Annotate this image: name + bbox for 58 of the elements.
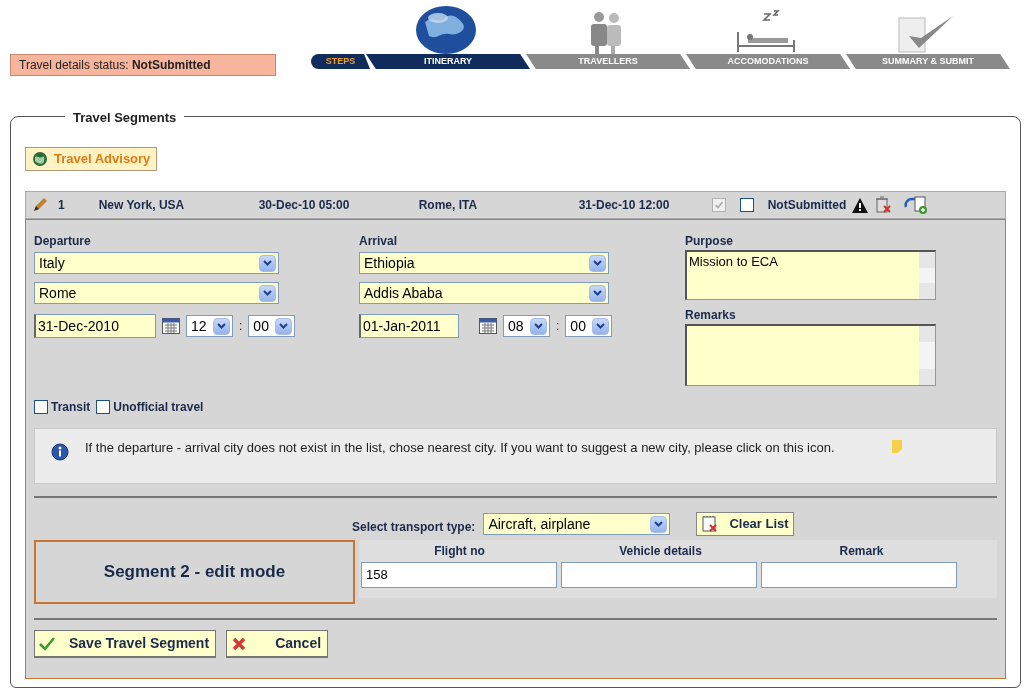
status-banner: Travel details status: NotSubmitted bbox=[10, 54, 276, 76]
info-message: If the departure - arrival city does not exist in the list, chose nearest city. If you want to suggest a new city, please click on this icon. bbox=[85, 439, 836, 456]
time-dropdown[interactable]: 12 bbox=[186, 315, 233, 337]
time-dropdown[interactable]: 00 bbox=[248, 315, 296, 337]
segment-status: NotSubmitted bbox=[767, 197, 847, 214]
notepad-delete-icon bbox=[701, 515, 720, 533]
remarks-textarea[interactable] bbox=[685, 324, 936, 386]
column-header: Remark bbox=[838, 543, 885, 560]
column-header: Vehicle details bbox=[618, 543, 703, 560]
segment-mode-box: Segment 2 - edit mode bbox=[34, 540, 355, 604]
date-field[interactable]: 31-Dec-2010 bbox=[34, 314, 156, 338]
time-dropdown[interactable]: 00 bbox=[565, 315, 613, 337]
field-label: Remarks bbox=[685, 307, 737, 324]
submit-checkbox[interactable] bbox=[739, 198, 754, 212]
steps-label: STEPS bbox=[311, 54, 370, 69]
departure-time: 30-Dec-10 05:00 bbox=[258, 197, 351, 214]
warning-icon bbox=[852, 197, 869, 213]
time-separator: : bbox=[239, 318, 243, 335]
origin-city: New York, USA bbox=[98, 197, 186, 214]
column-header: Flight no bbox=[433, 543, 486, 560]
calendar-icon[interactable] bbox=[479, 318, 497, 334]
vehicle-input[interactable]: 158 bbox=[361, 562, 557, 588]
cancel-button[interactable]: Cancel bbox=[226, 630, 329, 658]
arrival-time: 31-Dec-10 12:00 bbox=[578, 197, 671, 214]
transport-label: Select transport type: bbox=[352, 519, 476, 536]
purpose-textarea[interactable]: Mission to ECA bbox=[685, 250, 936, 300]
country-dropdown[interactable]: Ethiopia bbox=[359, 252, 609, 274]
city-dropdown[interactable]: Addis Ababa bbox=[359, 282, 609, 304]
vehicle-input[interactable] bbox=[761, 562, 957, 588]
field-label: Arrival bbox=[359, 233, 399, 250]
destination-city: Rome, ITA bbox=[418, 197, 479, 214]
time-dropdown[interactable]: 08 bbox=[503, 315, 550, 337]
clear-list-button[interactable]: Clear List bbox=[696, 512, 794, 536]
step-tab[interactable]: ITINERARY bbox=[366, 54, 530, 69]
save-button[interactable]: Save Travel Segment bbox=[34, 630, 217, 658]
calendar-icon[interactable] bbox=[162, 318, 180, 334]
option-label: Transit bbox=[51, 399, 91, 416]
option-checkbox[interactable] bbox=[96, 400, 111, 414]
globe-icon bbox=[32, 151, 48, 167]
close-icon bbox=[231, 635, 248, 652]
pencil-icon[interactable] bbox=[32, 197, 48, 213]
time-separator: : bbox=[556, 318, 560, 335]
transport-dropdown[interactable]: Aircraft, airplane bbox=[483, 513, 671, 535]
info-icon bbox=[51, 443, 69, 461]
option-checkbox[interactable] bbox=[34, 400, 48, 414]
city-dropdown[interactable]: Rome bbox=[34, 282, 279, 304]
date-field[interactable]: 01-Jan-2011 bbox=[359, 314, 459, 338]
bed-icon bbox=[734, 10, 798, 54]
country-dropdown[interactable]: Italy bbox=[34, 252, 279, 274]
segment-row[interactable]: 1 New York, USA 30-Dec-10 05:00 Rome, ITA 31-Dec-10 12:00 NotSubmitted bbox=[25, 191, 1006, 219]
segment-number: 1 bbox=[58, 197, 65, 214]
option-label: Unofficial travel bbox=[113, 399, 204, 416]
vehicle-input[interactable] bbox=[561, 562, 757, 588]
delete-icon[interactable] bbox=[874, 196, 893, 214]
add-document-icon[interactable] bbox=[904, 195, 929, 215]
field-label: Departure bbox=[34, 233, 92, 250]
field-label: Purpose bbox=[685, 233, 734, 250]
checkmark-icon bbox=[39, 636, 55, 651]
